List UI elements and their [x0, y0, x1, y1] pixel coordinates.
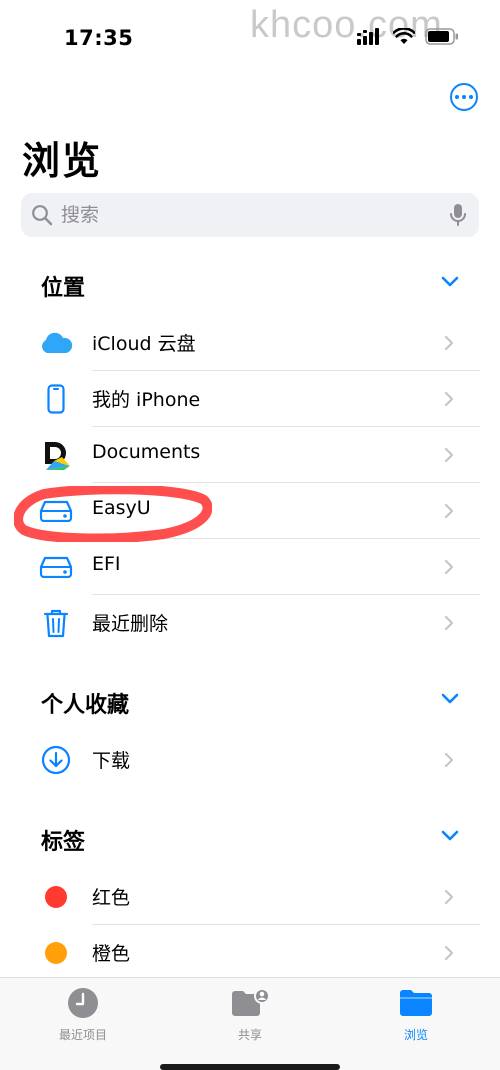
tag-color-dot-icon [38, 937, 74, 969]
chevron-right-icon [445, 753, 453, 767]
drive-icon [38, 551, 74, 583]
tab-label: 浏览 [403, 1028, 428, 1042]
tag-item-red[interactable]: 红色 [0, 869, 500, 925]
tab-bar: 最近项目 共享 浏览 [0, 977, 500, 1070]
tab-label: 最近项目 [58, 1028, 107, 1042]
row-label: iCloud 云盘 [92, 333, 196, 355]
chevron-right-icon [445, 336, 453, 350]
row-label: Documents [92, 441, 201, 463]
chevron-right-icon [445, 946, 453, 960]
folder-icon [356, 986, 476, 1020]
section-header-favorites[interactable]: 个人收藏 [0, 683, 500, 723]
section-title: 标签 [41, 830, 86, 855]
tab-recents[interactable]: 最近项目 [23, 986, 143, 1046]
chevron-down-icon[interactable] [441, 276, 459, 288]
chevron-right-icon [445, 504, 453, 518]
battery-icon [425, 27, 458, 45]
page-title: 浏览 [22, 139, 103, 183]
tab-shared[interactable]: 共享 [190, 986, 310, 1046]
microphone-icon[interactable] [449, 203, 467, 227]
chevron-down-icon[interactable] [441, 693, 459, 705]
location-item-efi[interactable]: EFI [0, 539, 500, 595]
home-indicator [160, 1064, 340, 1070]
tab-label: 共享 [237, 1028, 262, 1042]
cellular-signal-icon [357, 28, 379, 45]
download-icon [38, 744, 74, 776]
dot [455, 95, 459, 99]
row-label: 红色 [92, 887, 131, 909]
chevron-right-icon [445, 392, 453, 406]
location-item-icloud[interactable]: iCloud 云盘 [0, 315, 500, 371]
status-icons [357, 27, 459, 45]
chevron-right-icon [445, 560, 453, 574]
highlight-annotation [14, 486, 212, 542]
icloud-icon [38, 327, 74, 359]
section-header-tags[interactable]: 标签 [0, 820, 500, 860]
chevron-right-icon [445, 616, 453, 630]
row-label: EFI [92, 553, 121, 575]
status-time: 17:35 [64, 26, 134, 50]
row-label: 最近删除 [92, 613, 169, 635]
search-bar[interactable] [21, 193, 479, 237]
trash-icon [38, 607, 74, 639]
iphone-icon [38, 383, 74, 415]
section-title: 位置 [41, 276, 86, 301]
chevron-right-icon [445, 448, 453, 462]
location-item-recently-deleted[interactable]: 最近删除 [0, 595, 500, 651]
tag-item-orange[interactable]: 橙色 [0, 925, 500, 981]
favorite-item-downloads[interactable]: 下载 [0, 732, 500, 788]
row-label: 我的 iPhone [92, 389, 201, 411]
tab-browse[interactable]: 浏览 [356, 986, 476, 1046]
dot [469, 95, 473, 99]
row-label: 下载 [92, 750, 131, 772]
dot [462, 95, 466, 99]
row-label: 橙色 [92, 943, 131, 965]
search-input[interactable] [61, 193, 441, 237]
more-options-button[interactable] [450, 83, 478, 111]
documents-app-icon [38, 439, 74, 471]
section-title: 个人收藏 [41, 693, 130, 718]
location-item-documents[interactable]: Documents [0, 427, 500, 483]
wifi-icon [393, 27, 415, 44]
shared-folder-icon [190, 986, 310, 1020]
section-header-locations[interactable]: 位置 [0, 266, 500, 306]
status-bar: 17:35 khcoo.com [0, 0, 500, 72]
clock-icon [23, 986, 143, 1020]
tag-color-dot-icon [38, 881, 74, 913]
location-item-iphone[interactable]: 我的 iPhone [0, 371, 500, 427]
chevron-down-icon[interactable] [441, 830, 459, 842]
chevron-right-icon [445, 890, 453, 904]
search-icon [32, 205, 53, 226]
